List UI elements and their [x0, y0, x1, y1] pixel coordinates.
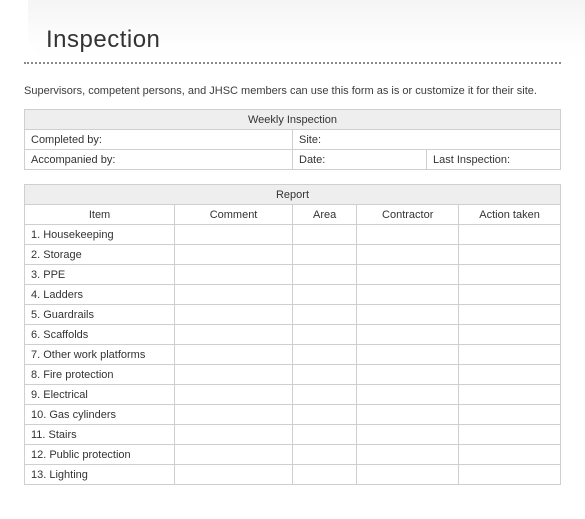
report-cell-comment	[175, 285, 293, 305]
report-cell-area	[292, 425, 356, 445]
col-comment: Comment	[175, 205, 293, 225]
report-cell-comment	[175, 325, 293, 345]
report-cell-contractor	[357, 385, 459, 405]
report-cell-area	[292, 405, 356, 425]
report-cell-item: 13. Lighting	[25, 465, 175, 485]
report-cell-item: 12. Public protection	[25, 445, 175, 465]
report-cell-area	[292, 325, 356, 345]
page: Inspection Supervisors, competent person…	[0, 0, 585, 509]
report-cell-item: 8. Fire protection	[25, 365, 175, 385]
report-cell-action	[459, 465, 561, 485]
report-cell-contractor	[357, 325, 459, 345]
report-table: Report Item Comment Area Contractor Acti…	[24, 184, 561, 485]
report-cell-action	[459, 365, 561, 385]
col-action: Action taken	[459, 205, 561, 225]
report-row: 4. Ladders	[25, 285, 561, 305]
last-inspection-label: Last Inspection:	[427, 150, 561, 170]
report-row: 10. Gas cylinders	[25, 405, 561, 425]
report-cell-comment	[175, 305, 293, 325]
report-row: 8. Fire protection	[25, 365, 561, 385]
col-contractor: Contractor	[357, 205, 459, 225]
weekly-header: Weekly Inspection	[25, 110, 561, 130]
report-row: 3. PPE	[25, 265, 561, 285]
report-cell-action	[459, 425, 561, 445]
report-cell-contractor	[357, 445, 459, 465]
report-cell-area	[292, 465, 356, 485]
col-area: Area	[292, 205, 356, 225]
report-row: 13. Lighting	[25, 465, 561, 485]
report-cell-area	[292, 305, 356, 325]
report-cell-area	[292, 245, 356, 265]
report-cell-item: 4. Ladders	[25, 285, 175, 305]
report-cell-comment	[175, 245, 293, 265]
report-cell-contractor	[357, 245, 459, 265]
report-cell-action	[459, 265, 561, 285]
report-cell-comment	[175, 365, 293, 385]
report-cell-contractor	[357, 285, 459, 305]
report-cell-contractor	[357, 345, 459, 365]
intro-text: Supervisors, competent persons, and JHSC…	[24, 84, 561, 99]
report-cell-item: 1. Housekeeping	[25, 225, 175, 245]
report-row: 2. Storage	[25, 245, 561, 265]
report-cell-item: 9. Electrical	[25, 385, 175, 405]
report-cell-action	[459, 345, 561, 365]
report-cell-action	[459, 285, 561, 305]
accompanied-by-label: Accompanied by:	[25, 150, 293, 170]
report-cell-item: 11. Stairs	[25, 425, 175, 445]
report-cell-area	[292, 365, 356, 385]
report-cell-area	[292, 225, 356, 245]
report-row: 12. Public protection	[25, 445, 561, 465]
report-row: 7. Other work platforms	[25, 345, 561, 365]
report-row: 11. Stairs	[25, 425, 561, 445]
report-cell-item: 10. Gas cylinders	[25, 405, 175, 425]
report-cell-contractor	[357, 225, 459, 245]
report-cell-comment	[175, 385, 293, 405]
weekly-inspection-table: Weekly Inspection Completed by: Site: Ac…	[24, 109, 561, 170]
report-cell-comment	[175, 445, 293, 465]
report-cell-item: 7. Other work platforms	[25, 345, 175, 365]
report-cell-area	[292, 285, 356, 305]
report-cell-comment	[175, 345, 293, 365]
report-cell-action	[459, 325, 561, 345]
report-cell-item: 6. Scaffolds	[25, 325, 175, 345]
completed-by-label: Completed by:	[25, 130, 293, 150]
report-cell-comment	[175, 405, 293, 425]
report-cell-area	[292, 345, 356, 365]
report-cell-item: 5. Guardrails	[25, 305, 175, 325]
page-title: Inspection	[46, 26, 585, 54]
report-cell-contractor	[357, 365, 459, 385]
report-row: 6. Scaffolds	[25, 325, 561, 345]
report-cell-area	[292, 445, 356, 465]
report-cell-contractor	[357, 305, 459, 325]
site-label: Site:	[293, 130, 561, 150]
title-block: Inspection	[28, 0, 585, 62]
report-row: 1. Housekeeping	[25, 225, 561, 245]
dotted-divider	[24, 62, 561, 64]
report-cell-action	[459, 385, 561, 405]
report-cell-area	[292, 265, 356, 285]
col-item: Item	[25, 205, 175, 225]
report-cell-contractor	[357, 405, 459, 425]
date-label: Date:	[293, 150, 427, 170]
report-cell-action	[459, 405, 561, 425]
report-cell-comment	[175, 225, 293, 245]
report-cell-comment	[175, 425, 293, 445]
report-row: 5. Guardrails	[25, 305, 561, 325]
report-cell-area	[292, 385, 356, 405]
report-cell-contractor	[357, 465, 459, 485]
report-header: Report	[25, 185, 561, 205]
report-cell-item: 2. Storage	[25, 245, 175, 265]
report-cell-action	[459, 305, 561, 325]
report-cell-contractor	[357, 265, 459, 285]
report-cell-comment	[175, 265, 293, 285]
report-cell-comment	[175, 465, 293, 485]
report-row: 9. Electrical	[25, 385, 561, 405]
report-cell-action	[459, 245, 561, 265]
report-cell-action	[459, 445, 561, 465]
report-cell-action	[459, 225, 561, 245]
report-cell-contractor	[357, 425, 459, 445]
report-cell-item: 3. PPE	[25, 265, 175, 285]
